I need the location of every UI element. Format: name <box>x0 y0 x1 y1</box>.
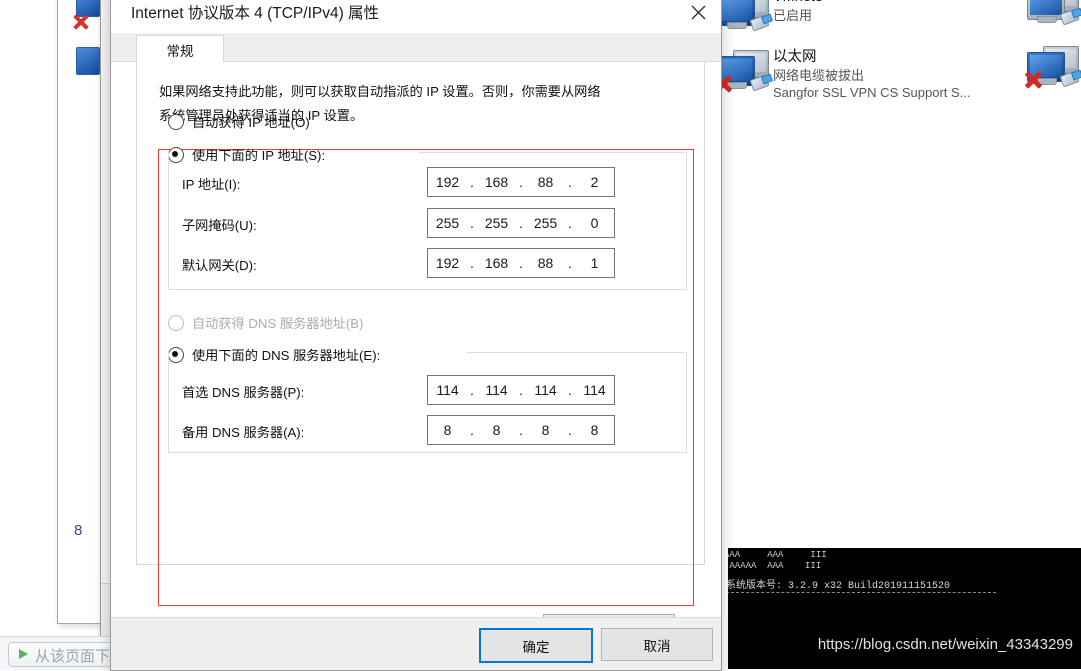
octet-2[interactable]: 168 <box>477 174 516 190</box>
label-subnet-mask: 子网掩码(U): <box>182 218 257 233</box>
octet-3[interactable]: 88 <box>526 255 565 271</box>
dialog-footer: 确定 取消 <box>111 617 721 670</box>
close-icon[interactable] <box>675 0 721 33</box>
network-connections-list: VMnet8 已启用 以太网 网络电缆被拔出 Sangfor SSL VPN C… <box>715 0 1081 125</box>
octet-separator: . <box>470 215 474 231</box>
radio-obtain-ip-automatically[interactable]: 自动获得 IP 地址(O) <box>168 112 310 131</box>
dialog-content: 如果网络支持此功能，则可以获取自动指派的 IP 设置。否则，你需要从网络 系统管… <box>111 62 721 647</box>
tab-strip: 常规 <box>111 33 721 64</box>
tcpip-properties-dialog: Internet 协议版本 4 (TCP/IPv4) 属性 常规 如果网络支持此… <box>110 0 722 671</box>
label-ip-address: IP 地址(I): <box>182 177 241 192</box>
radio-label: 自动获得 IP 地址(O) <box>192 115 310 130</box>
octet-4[interactable]: 114 <box>575 382 614 398</box>
dialog-title: Internet 协议版本 4 (TCP/IPv4) 属性 <box>131 5 380 22</box>
octet-1[interactable]: 255 <box>428 215 467 231</box>
watermark-url: https://blog.csdn.net/weixin_43343299 <box>817 636 1073 653</box>
list-item[interactable] <box>1025 44 1081 90</box>
octet-separator: . <box>470 255 474 271</box>
radio-indicator <box>168 113 184 130</box>
octet-separator: . <box>519 255 523 271</box>
octet-2[interactable]: 255 <box>477 215 516 231</box>
octet-1[interactable]: 114 <box>428 382 467 398</box>
octet-3[interactable]: 8 <box>526 422 565 438</box>
input-ip-address[interactable]: 192 . 168 . 88 . 2 <box>427 167 615 197</box>
octet-separator: . <box>519 215 523 231</box>
list-item[interactable]: VMnet8 已启用 <box>715 0 823 34</box>
octet-separator: . <box>568 215 572 231</box>
adapter-status: 网络电缆被拔出 <box>773 68 865 84</box>
input-alternate-dns[interactable]: 8 . 8 . 8 . 8 <box>427 415 615 445</box>
octet-1[interactable]: 8 <box>428 422 467 438</box>
label-default-gateway: 默认网关(D): <box>182 258 257 273</box>
terminal-ascii-art: AAA AAA III <box>724 550 827 560</box>
octet-1[interactable]: 192 <box>428 174 467 190</box>
octet-4[interactable]: 1 <box>575 255 614 271</box>
octet-separator: . <box>568 382 572 398</box>
network-adapter-disconnected-icon <box>715 48 774 94</box>
label-alternate-dns: 备用 DNS 服务器(A): <box>182 425 305 440</box>
octet-4[interactable]: 0 <box>575 215 614 231</box>
input-preferred-dns[interactable]: 114 . 114 . 114 . 114 <box>427 375 615 405</box>
octet-4[interactable]: 8 <box>575 422 614 438</box>
octet-3[interactable]: 255 <box>526 215 565 231</box>
octet-4[interactable]: 2 <box>575 174 614 190</box>
red-x-icon <box>72 13 90 31</box>
tab-panel-general: 如果网络支持此功能，则可以获取自动指派的 IP 设置。否则，你需要从网络 系统管… <box>136 62 705 647</box>
adapter-detail: Sangfor SSL VPN CS Support S... <box>773 85 971 101</box>
input-default-gateway[interactable]: 192 . 168 . 88 . 1 <box>427 248 615 278</box>
octet-separator: . <box>568 255 572 271</box>
list-item[interactable]: 以太网 网络电缆被拔出 Sangfor SSL VPN CS Support S… <box>715 48 971 101</box>
adapter-status: 已启用 <box>773 8 813 24</box>
octet-separator: . <box>470 174 474 190</box>
octet-1[interactable]: 192 <box>428 255 467 271</box>
disconnected-x-icon <box>1023 70 1043 90</box>
blue-icon-2 <box>76 47 100 75</box>
list-item[interactable] <box>1025 0 1081 28</box>
radio-indicator <box>168 314 184 331</box>
label-preferred-dns: 首选 DNS 服务器(P): <box>182 385 305 400</box>
terminal-ascii-art-2: AAAAA AAA III <box>724 561 822 571</box>
network-adapter-icon <box>1025 0 1081 28</box>
octet-2[interactable]: 114 <box>477 382 516 398</box>
terminal-version-text: 系统版本号: 3.2.9 x32 Build201911151520 <box>726 581 951 592</box>
radio-label: 自动获得 DNS 服务器地址(B) <box>192 316 364 331</box>
cancel-button[interactable]: 取消 <box>601 628 713 661</box>
adapter-name: 以太网 <box>773 49 817 65</box>
intro-line-1: 如果网络支持此功能，则可以获取自动指派的 IP 设置。否则，你需要从网络 <box>159 84 601 99</box>
octet-separator: . <box>568 174 572 190</box>
octet-separator: . <box>519 174 523 190</box>
octet-separator: . <box>470 422 474 438</box>
adapter-name: VMnet8 <box>773 0 823 7</box>
octet-separator: . <box>470 382 474 398</box>
ok-button[interactable]: 确定 <box>479 628 593 663</box>
radio-obtain-dns-automatically[interactable]: 自动获得 DNS 服务器地址(B) <box>168 313 363 332</box>
input-subnet-mask[interactable]: 255 . 255 . 255 . 0 <box>427 208 615 238</box>
octet-3[interactable]: 114 <box>526 382 565 398</box>
octet-separator: . <box>568 422 572 438</box>
octet-separator: . <box>519 382 523 398</box>
network-adapter-icon <box>715 0 774 34</box>
terminal-divider <box>726 592 996 593</box>
play-triangle-icon <box>19 649 28 659</box>
octet-2[interactable]: 8 <box>477 422 516 438</box>
page-badge: 8 <box>74 522 83 539</box>
octet-3[interactable]: 88 <box>526 174 565 190</box>
octet-2[interactable]: 168 <box>477 255 516 271</box>
terminal-window[interactable]: AAA AAA III AAAAA AAA III 系统版本号: 3.2.9 x… <box>718 548 1081 669</box>
network-adapter-disconnected-icon <box>1025 44 1081 90</box>
octet-separator: . <box>519 422 523 438</box>
tab-general[interactable]: 常规 <box>136 35 224 64</box>
dialog-titlebar[interactable]: Internet 协议版本 4 (TCP/IPv4) 属性 <box>111 0 721 33</box>
